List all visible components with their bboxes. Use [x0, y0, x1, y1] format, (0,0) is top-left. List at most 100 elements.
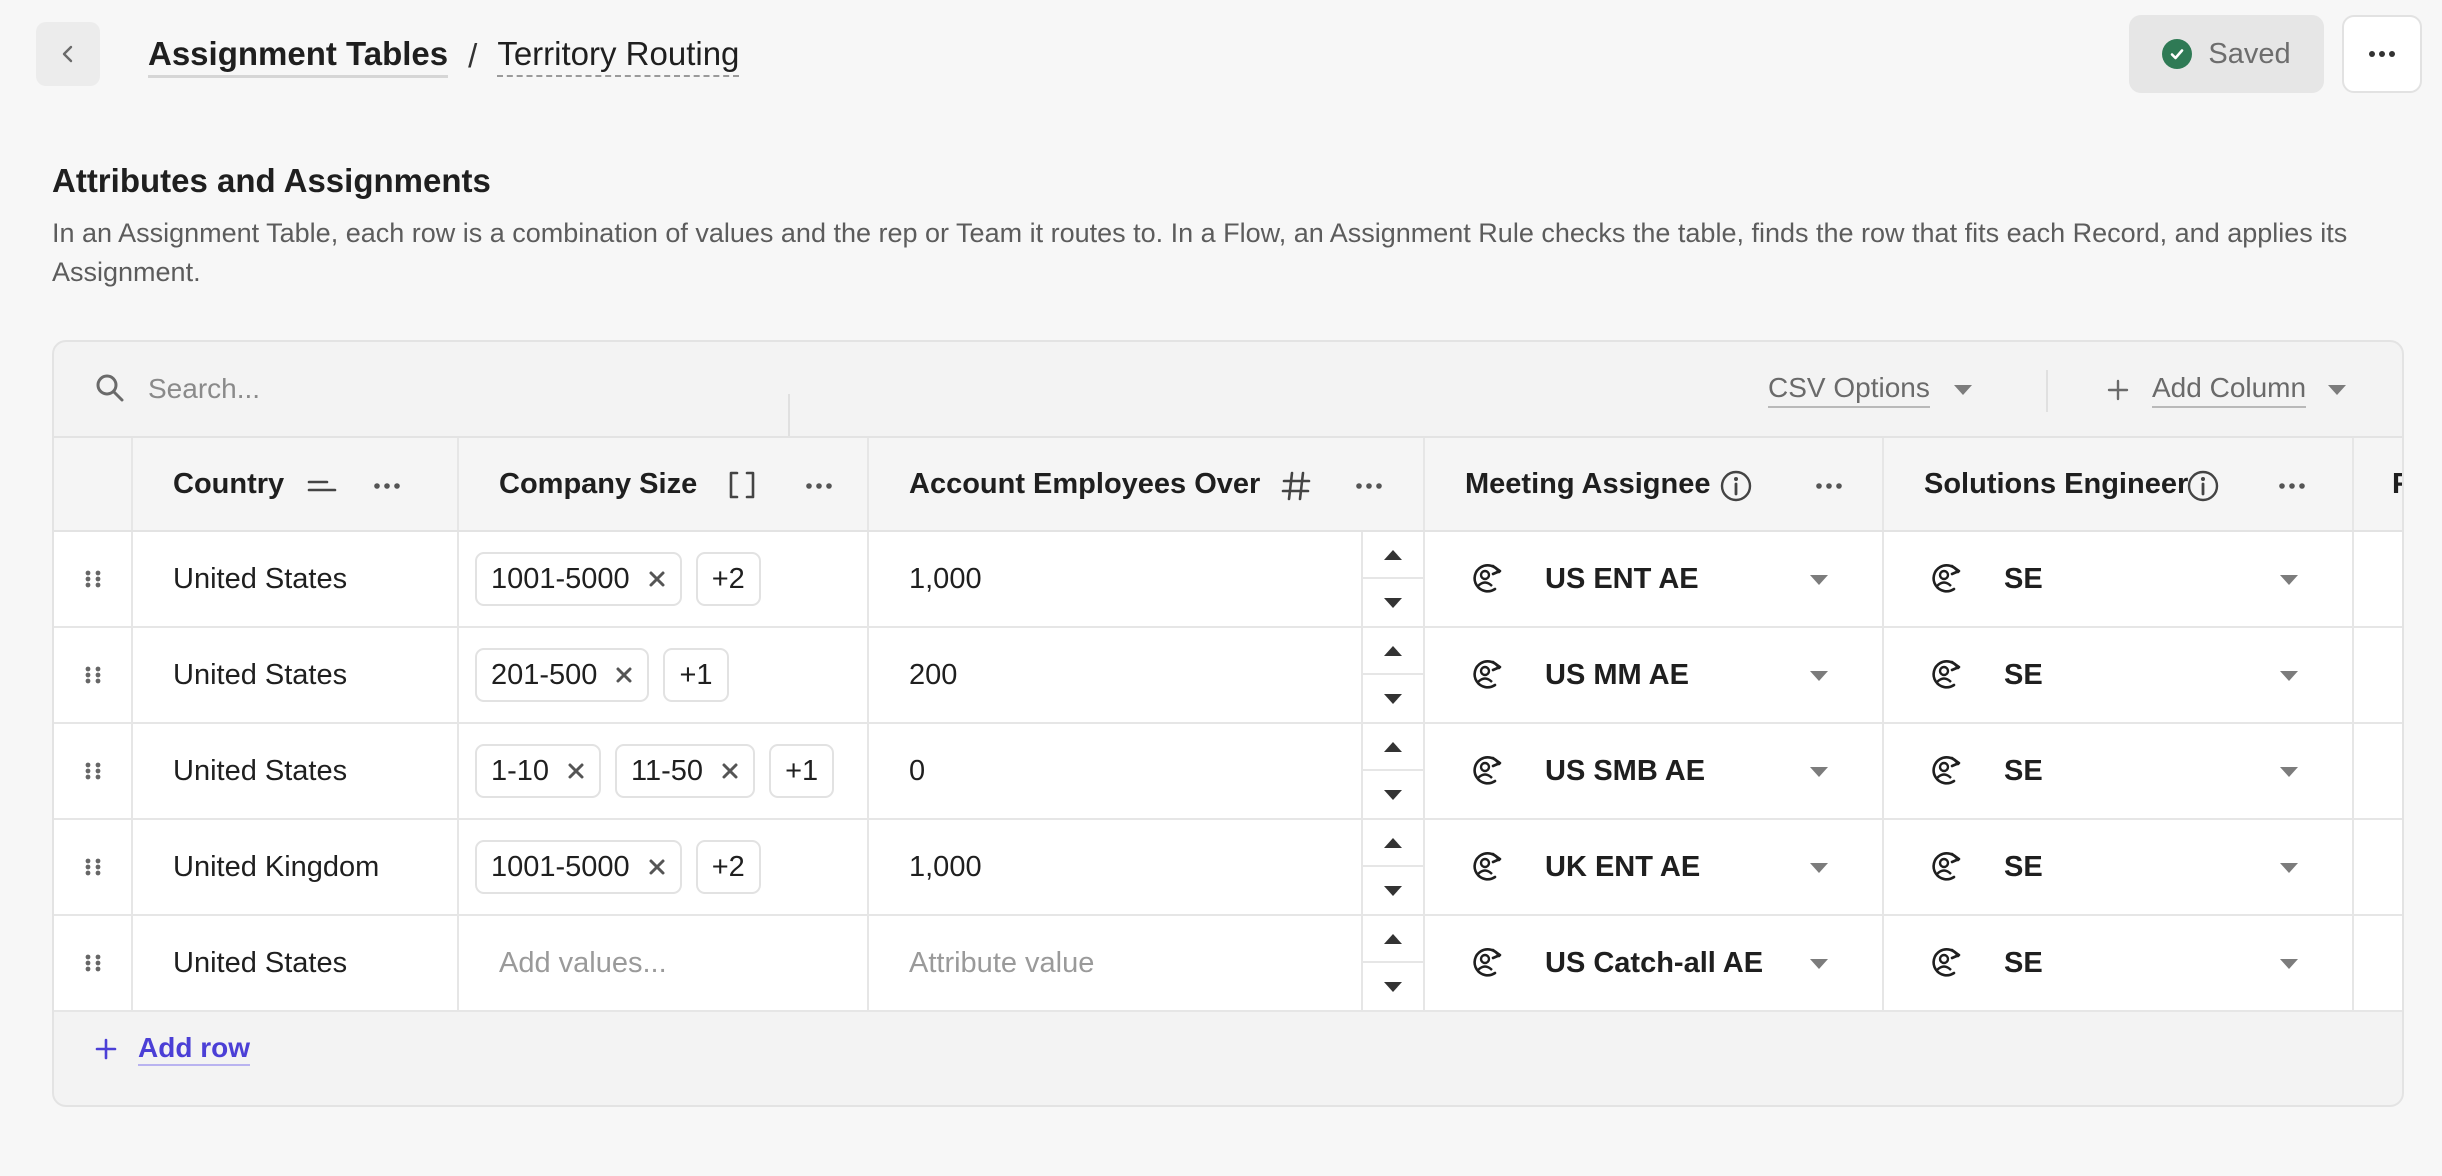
add-values-placeholder: Add values...	[499, 946, 667, 979]
increment-button[interactable]	[1363, 628, 1423, 675]
csv-options-button[interactable]: CSV Options	[1768, 368, 1972, 412]
column-menu-icon[interactable]	[2278, 482, 2306, 490]
caret-down-icon	[1384, 597, 1402, 608]
saved-status-button[interactable]: Saved	[2129, 15, 2324, 93]
page-title[interactable]: Territory Routing	[497, 35, 740, 77]
remove-icon[interactable]	[648, 570, 666, 588]
column-header-meeting-assignee[interactable]: Meeting Assignee	[1425, 438, 1884, 530]
more-values-chip[interactable]: +1	[769, 744, 835, 798]
engineer-label: SE	[2004, 658, 2043, 691]
search-input[interactable]	[148, 364, 788, 414]
solutions-engineer-select[interactable]: SE	[1884, 628, 2354, 722]
country-value: United States	[173, 562, 348, 595]
header-drag-col	[54, 438, 133, 530]
meeting-assignee-select[interactable]: UK ENT AE	[1425, 820, 1884, 914]
breadcrumb: Assignment Tables / Territory Routing	[148, 30, 740, 82]
plus-icon	[2107, 379, 2129, 401]
decrement-button[interactable]	[1363, 771, 1423, 818]
column-menu-icon[interactable]	[1815, 482, 1843, 490]
drag-handle-icon[interactable]	[54, 820, 133, 914]
meeting-assignee-select[interactable]: US SMB AE	[1425, 724, 1884, 818]
info-icon[interactable]	[2186, 469, 2220, 503]
remove-icon[interactable]	[648, 858, 666, 876]
table-row: United States 1-10 11-50 +1 0 US SMB AE	[54, 724, 2402, 820]
remove-icon[interactable]	[615, 666, 633, 684]
round-robin-user-icon	[1473, 756, 1502, 785]
table-row: United Kingdom 1001-5000 +2 1,000 UK ENT…	[54, 820, 2402, 916]
employees-cell[interactable]: 1,000	[869, 532, 1425, 626]
column-title: Meeting Assignee	[1465, 467, 1711, 500]
more-values-chip[interactable]: +2	[695, 840, 761, 894]
employees-cell[interactable]: 200	[869, 628, 1425, 722]
column-header-company-size[interactable]: Company Size	[459, 438, 869, 530]
country-cell[interactable]: United States	[133, 916, 459, 1010]
company-size-cell[interactable]: 1-10 11-50 +1	[459, 724, 869, 818]
drag-handle-icon[interactable]	[54, 916, 133, 1010]
table-row: United States Add values... Attribute va…	[54, 916, 2402, 1012]
company-size-cell[interactable]: 1001-5000 +2	[459, 532, 869, 626]
employees-cell[interactable]: 0	[869, 724, 1425, 818]
column-header-partial[interactable]: F	[2354, 438, 2402, 530]
solutions-engineer-select[interactable]: SE	[1884, 820, 2354, 914]
increment-button[interactable]	[1363, 532, 1423, 579]
employees-cell[interactable]: Attribute value	[869, 916, 1425, 1010]
chip-label: 201-500	[491, 658, 598, 691]
meeting-assignee-select[interactable]: US Catch-all AE	[1425, 916, 1884, 1010]
more-values-chip[interactable]: +2	[695, 552, 761, 606]
drag-handle-icon[interactable]	[54, 724, 133, 818]
value-chip: 201-500	[475, 648, 650, 702]
country-cell[interactable]: United States	[133, 724, 459, 818]
column-header-solutions-engineer[interactable]: Solutions Engineer	[1884, 438, 2354, 530]
engineer-label: SE	[2004, 562, 2043, 595]
column-header-country[interactable]: Country	[133, 438, 459, 530]
solutions-engineer-select[interactable]: SE	[1884, 724, 2354, 818]
decrement-button[interactable]	[1363, 675, 1423, 722]
more-options-button[interactable]	[2342, 15, 2422, 93]
country-cell[interactable]: United States	[133, 532, 459, 626]
caret-down-icon	[2280, 767, 2298, 777]
caret-down-icon	[2328, 385, 2347, 395]
company-size-cell[interactable]: 1001-5000 +2	[459, 820, 869, 914]
employees-value: 1,000	[909, 562, 982, 595]
decrement-button[interactable]	[1363, 579, 1423, 626]
info-icon[interactable]	[1719, 469, 1753, 503]
country-cell[interactable]: United States	[133, 628, 459, 722]
column-menu-icon[interactable]	[805, 482, 833, 490]
more-values-chip[interactable]: +1	[663, 648, 729, 702]
section-title: Attributes and Assignments	[52, 162, 491, 199]
round-robin-user-icon	[1932, 948, 1961, 977]
company-size-cell[interactable]: 201-500 +1	[459, 628, 869, 722]
add-row-button[interactable]: Add row	[94, 1032, 250, 1066]
round-robin-user-icon	[1932, 564, 1961, 593]
csv-options-label: CSV Options	[1768, 372, 1930, 408]
remove-icon[interactable]	[567, 762, 585, 780]
company-size-cell[interactable]: Add values...	[459, 916, 869, 1010]
column-menu-icon[interactable]	[373, 482, 401, 490]
caret-down-icon	[2280, 863, 2298, 873]
breadcrumb-assignment-tables[interactable]: Assignment Tables	[148, 35, 449, 78]
column-header-account-employees[interactable]: Account Employees Over	[869, 438, 1425, 530]
meeting-assignee-select[interactable]: US ENT AE	[1425, 532, 1884, 626]
country-cell[interactable]: United Kingdom	[133, 820, 459, 914]
add-column-button[interactable]: Add Column	[2106, 368, 2347, 412]
value-chip: 1001-5000	[475, 552, 682, 606]
increment-button[interactable]	[1363, 724, 1423, 771]
round-robin-user-icon	[1473, 852, 1502, 881]
column-menu-icon[interactable]	[1355, 482, 1383, 490]
increment-button[interactable]	[1363, 820, 1423, 867]
employees-cell[interactable]: 1,000	[869, 820, 1425, 914]
add-column-label: Add Column	[2152, 372, 2307, 408]
decrement-button[interactable]	[1363, 867, 1423, 914]
meeting-assignee-select[interactable]: US MM AE	[1425, 628, 1884, 722]
solutions-engineer-select[interactable]: SE	[1884, 916, 2354, 1010]
overflow-cell	[2354, 724, 2402, 818]
back-button[interactable]	[36, 22, 100, 86]
attribute-value-placeholder: Attribute value	[909, 946, 1095, 979]
increment-button[interactable]	[1363, 916, 1423, 963]
drag-handle-icon[interactable]	[54, 628, 133, 722]
remove-icon[interactable]	[721, 762, 739, 780]
drag-handle-icon[interactable]	[54, 532, 133, 626]
assignee-label: US MM AE	[1545, 658, 1689, 691]
decrement-button[interactable]	[1363, 963, 1423, 1010]
solutions-engineer-select[interactable]: SE	[1884, 532, 2354, 626]
